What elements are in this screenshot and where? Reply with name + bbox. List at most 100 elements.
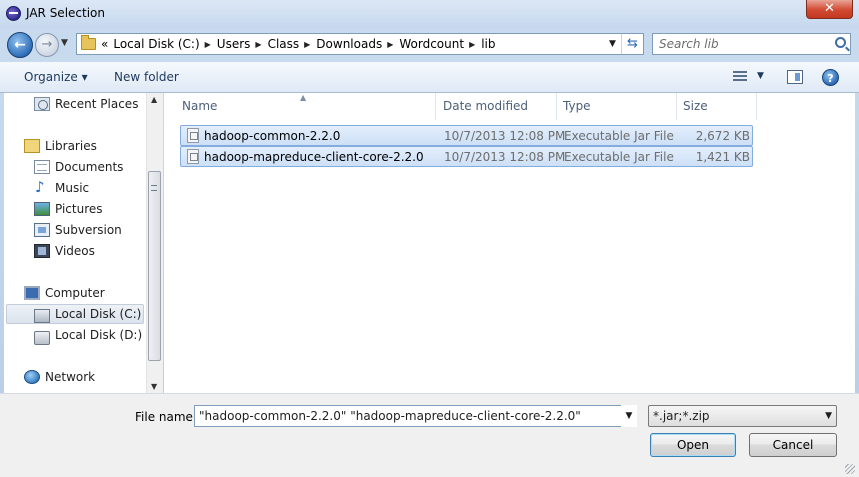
view-dropdown[interactable]: ▼ bbox=[757, 71, 764, 81]
scroll-down-arrow-icon[interactable]: ▼ bbox=[151, 382, 157, 391]
folder-icon bbox=[81, 35, 96, 50]
sidebar-item-libraries[interactable]: Libraries bbox=[24, 136, 162, 156]
local-disk-icon bbox=[34, 309, 50, 323]
chevron-right-icon[interactable]: ▶ bbox=[469, 40, 475, 49]
file-type: Executable Jar File bbox=[564, 149, 674, 164]
new-folder-button[interactable]: New folder bbox=[114, 70, 179, 84]
close-button[interactable]: ✕ bbox=[806, 0, 853, 19]
window-title: JAR Selection bbox=[26, 6, 105, 20]
sidebar-item-computer[interactable]: Computer bbox=[24, 283, 162, 303]
file-list: ▲ Name Date modified Type Size hadoop-co… bbox=[164, 93, 855, 393]
eclipse-app-icon bbox=[6, 6, 21, 21]
subversion-icon bbox=[34, 223, 50, 237]
view-options-icon[interactable] bbox=[733, 71, 747, 83]
dialog-footer: File name: "hadoop-common-2.2.0" "hadoop… bbox=[0, 393, 859, 477]
search-icon[interactable] bbox=[835, 37, 846, 48]
file-name-dropdown[interactable]: ▼ bbox=[621, 405, 637, 427]
jar-file-icon bbox=[187, 149, 199, 164]
navigation-bar: ← → ▼ « Local Disk (C:) ▶ Users ▶ Class … bbox=[0, 28, 859, 62]
breadcrumb-wordcount[interactable]: Wordcount bbox=[399, 37, 464, 51]
sidebar-item-pictures[interactable]: Pictures bbox=[34, 199, 162, 219]
column-header-type[interactable]: Type bbox=[557, 93, 677, 120]
refresh-icon: ⇆ bbox=[627, 36, 638, 51]
sidebar-item-label: Music bbox=[55, 181, 90, 195]
chevron-right-icon[interactable]: ▶ bbox=[255, 40, 261, 49]
title-bar: JAR Selection ✕ bbox=[0, 0, 859, 28]
sidebar-item-videos[interactable]: Videos bbox=[34, 241, 162, 261]
sidebar-item-documents[interactable]: Documents bbox=[34, 157, 162, 177]
column-header-date-modified[interactable]: Date modified bbox=[437, 93, 557, 120]
breadcrumb-lib[interactable]: lib bbox=[481, 37, 495, 51]
scrollbar-thumb[interactable] bbox=[148, 171, 161, 361]
search-input[interactable] bbox=[653, 34, 823, 54]
breadcrumb-downloads[interactable]: Downloads bbox=[316, 37, 382, 51]
help-icon[interactable]: ? bbox=[822, 69, 839, 86]
file-row[interactable]: hadoop-common-2.2.0 10/7/2013 12:08 PM E… bbox=[180, 125, 753, 146]
scrollbar-grip bbox=[151, 185, 157, 191]
chevron-down-icon: ▼ bbox=[825, 411, 832, 421]
back-button[interactable]: ← bbox=[7, 32, 33, 58]
navigation-pane-scrollbar[interactable]: ▲ ▼ bbox=[146, 93, 163, 393]
sidebar-item-label: Subversion bbox=[55, 223, 122, 237]
recent-places-icon bbox=[34, 97, 50, 111]
chevron-right-icon[interactable]: ▶ bbox=[205, 40, 211, 49]
sidebar-item-label: Local Disk (D:) bbox=[55, 328, 143, 342]
file-name-input[interactable]: "hadoop-common-2.2.0" "hadoop-mapreduce-… bbox=[194, 405, 637, 427]
documents-icon bbox=[34, 160, 50, 174]
file-date-modified: 10/7/2013 12:08 PM bbox=[444, 149, 566, 164]
computer-icon bbox=[24, 286, 40, 300]
breadcrumb-users[interactable]: Users bbox=[217, 37, 251, 51]
preview-pane-icon[interactable] bbox=[787, 70, 803, 84]
address-dropdown[interactable]: ▼ bbox=[603, 39, 621, 49]
scroll-up-arrow-icon[interactable]: ▲ bbox=[151, 95, 157, 104]
column-header-name[interactable]: Name bbox=[176, 93, 436, 120]
sidebar-item-label: Network bbox=[45, 370, 96, 384]
chevron-right-icon[interactable]: ▶ bbox=[304, 40, 310, 49]
arrow-left-icon: ← bbox=[14, 37, 26, 53]
jar-file-icon bbox=[187, 128, 199, 143]
file-size: 1,421 KB bbox=[695, 149, 750, 164]
arrow-right-icon: → bbox=[41, 37, 53, 52]
sidebar-item-local-disk-c[interactable]: Local Disk (C:) bbox=[6, 304, 144, 324]
open-button[interactable]: Open bbox=[650, 433, 736, 457]
cancel-button[interactable]: Cancel bbox=[749, 433, 837, 457]
file-type-filter-value: *.jar;*.zip bbox=[653, 409, 710, 423]
column-header-size[interactable]: Size bbox=[677, 93, 757, 120]
refresh-button[interactable]: ⇆ bbox=[621, 34, 643, 54]
sidebar-item-label: Libraries bbox=[45, 139, 97, 153]
breadcrumb-overflow[interactable]: « bbox=[101, 37, 108, 51]
breadcrumb-local-disk[interactable]: Local Disk (C:) bbox=[113, 37, 199, 51]
sidebar-item-music[interactable]: Music bbox=[34, 178, 162, 198]
file-name: hadoop-mapreduce-client-core-2.2.0 bbox=[204, 149, 424, 164]
pictures-icon bbox=[34, 202, 50, 216]
sidebar-item-label: Computer bbox=[45, 286, 105, 300]
chevron-right-icon[interactable]: ▶ bbox=[387, 40, 393, 49]
recent-locations-dropdown[interactable]: ▼ bbox=[61, 38, 68, 48]
file-row[interactable]: hadoop-mapreduce-client-core-2.2.0 10/7/… bbox=[180, 146, 753, 167]
sidebar-item-label: Videos bbox=[55, 244, 95, 258]
sidebar-item-subversion[interactable]: Subversion bbox=[34, 220, 162, 240]
file-date-modified: 10/7/2013 12:08 PM bbox=[444, 128, 566, 143]
navigation-pane: Recent Places Libraries Documents Music … bbox=[4, 93, 163, 393]
breadcrumb-class[interactable]: Class bbox=[268, 37, 300, 51]
file-name-label: File name: bbox=[135, 410, 197, 424]
network-icon bbox=[24, 370, 40, 384]
sidebar-item-label: Local Disk (C:) bbox=[55, 307, 142, 321]
file-size: 2,672 KB bbox=[695, 128, 750, 143]
address-bar[interactable]: « Local Disk (C:) ▶ Users ▶ Class ▶ Down… bbox=[76, 33, 644, 55]
sidebar-item-label: Documents bbox=[55, 160, 124, 174]
sidebar-item-recent-places[interactable]: Recent Places bbox=[34, 94, 162, 114]
file-type: Executable Jar File bbox=[564, 128, 674, 143]
sidebar-item-label: Pictures bbox=[55, 202, 103, 216]
sidebar-item-network[interactable]: Network bbox=[24, 367, 162, 387]
resize-grip[interactable] bbox=[845, 464, 855, 474]
search-box[interactable] bbox=[652, 33, 851, 55]
organize-button[interactable]: Organize ▾ bbox=[24, 70, 88, 84]
sidebar-item-label: Recent Places bbox=[55, 97, 139, 111]
drive-icon bbox=[34, 330, 50, 345]
forward-button[interactable]: → bbox=[35, 33, 59, 57]
videos-icon bbox=[34, 244, 50, 258]
libraries-icon bbox=[24, 139, 40, 153]
file-type-filter-select[interactable]: *.jar;*.zip ▼ bbox=[648, 405, 837, 427]
sidebar-item-local-disk-d[interactable]: Local Disk (D:) bbox=[34, 325, 162, 345]
